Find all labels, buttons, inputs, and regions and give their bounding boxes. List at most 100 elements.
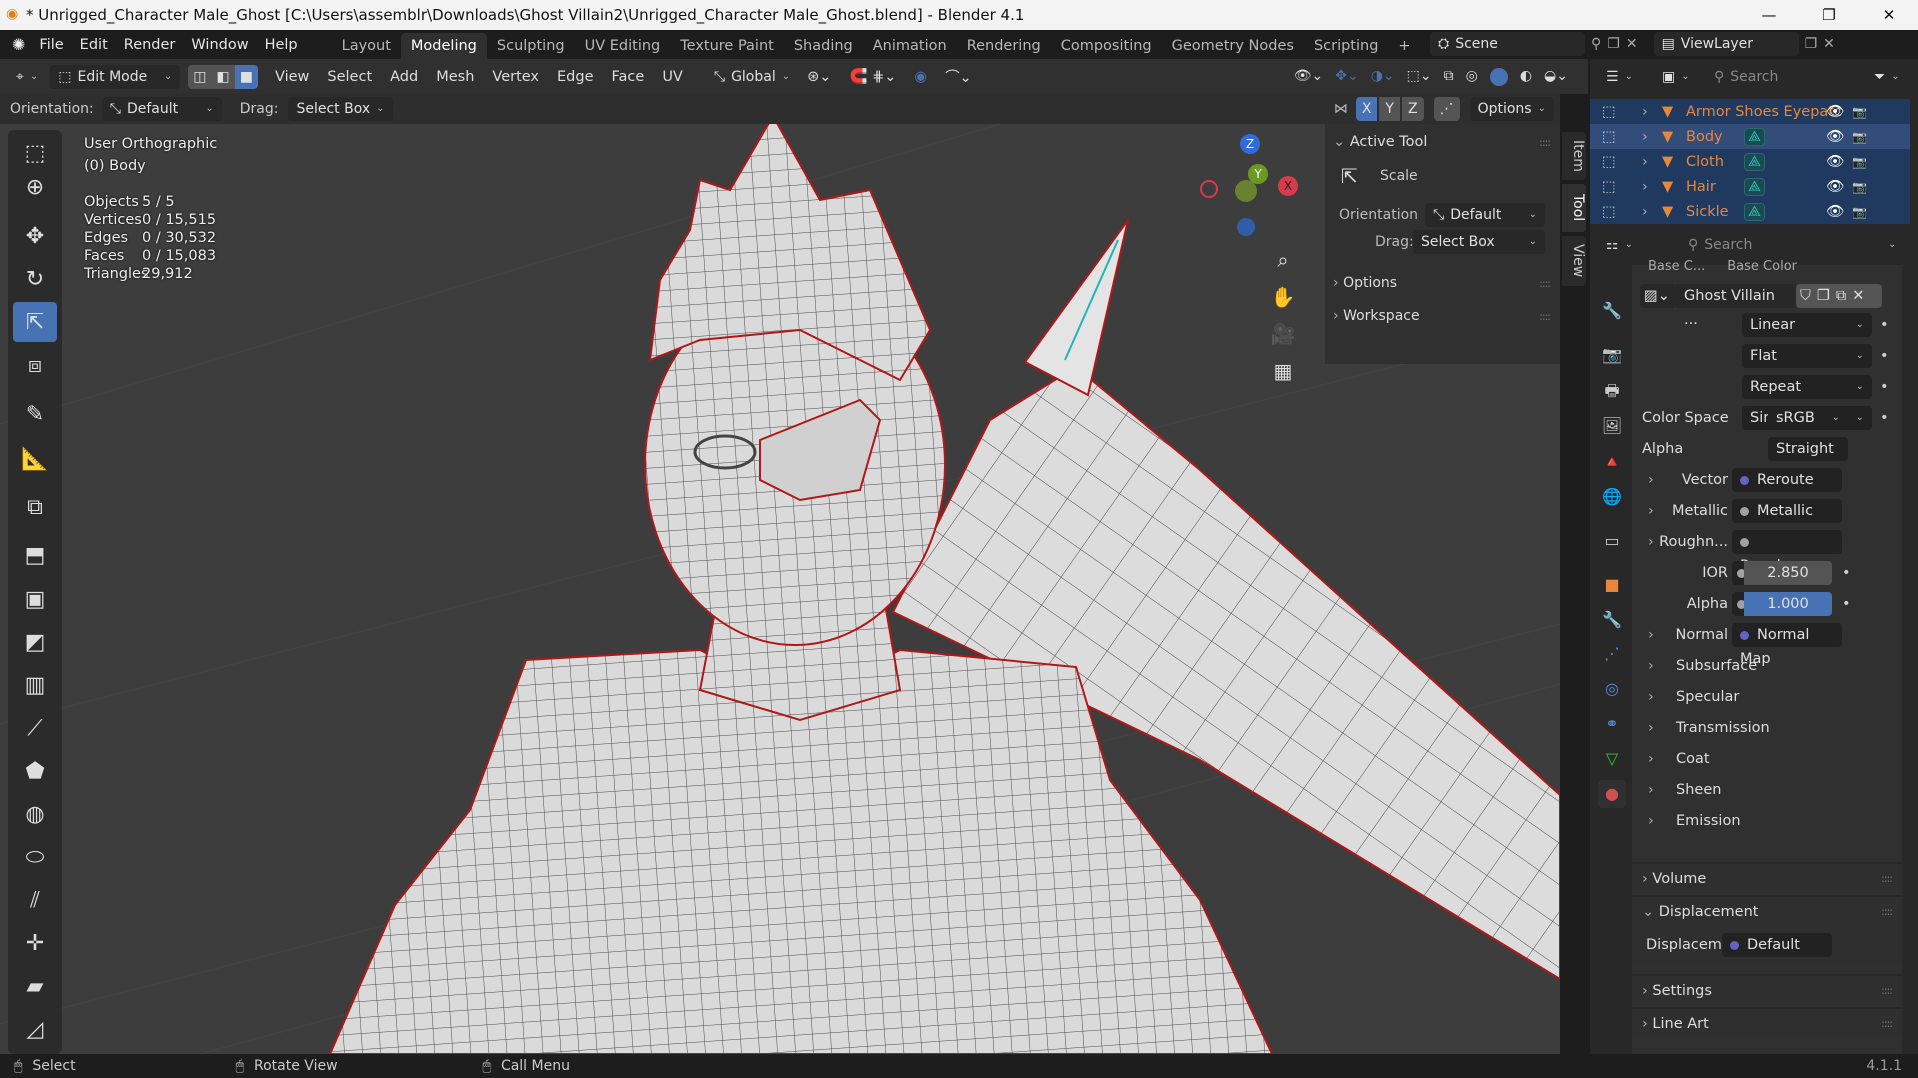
face-select-button[interactable]: ■ <box>234 64 258 89</box>
mirror-z-toggle[interactable]: Z <box>1401 97 1424 121</box>
mode-selector[interactable]: ⬚ Edit Mode ⌄ <box>50 64 181 89</box>
close-button[interactable]: ✕ <box>1860 0 1918 30</box>
pivot-point-icon[interactable]: ⊛⌄ <box>798 69 840 85</box>
expand-chevron-icon[interactable]: › <box>1648 658 1676 674</box>
color-space-dropdown[interactable]: sRGB ⌄ <box>1768 406 1848 430</box>
edge-slide-tool-icon[interactable]: ⫽ <box>13 880 57 920</box>
gizmo-toggle-icon[interactable]: ✥⌄ <box>1335 68 1358 86</box>
eye-icon[interactable]: 👁 <box>1826 203 1844 220</box>
socket-link-field[interactable]: Roughness <box>1732 530 1842 574</box>
physics-tab-icon[interactable]: ◎ <box>1598 675 1626 703</box>
orientation-dropdown[interactable]: ⤡ Default ⌄ <box>101 97 222 121</box>
image-actions[interactable]: ⛉❐⧉✕ <box>1796 284 1882 308</box>
socket-link-field[interactable]: Metallic <box>1732 499 1842 523</box>
image-browse-icon[interactable]: ▨⌄ <box>1640 284 1676 308</box>
output-tab-icon[interactable]: 🖶 <box>1598 377 1626 405</box>
keyframe-dot-icon[interactable]: • <box>1880 379 1889 395</box>
tab-rendering[interactable]: Rendering <box>957 33 1051 59</box>
modifier-tab-icon[interactable]: 🔧 <box>1598 606 1626 634</box>
render-camera-icon[interactable]: 📷 <box>1852 155 1867 169</box>
image-name-field[interactable]: Ghost Villain ... <box>1676 284 1796 328</box>
delete-viewlayer-icon[interactable]: ✕ <box>1823 36 1835 52</box>
expand-chevron-icon[interactable]: › <box>1648 534 1654 550</box>
properties-search-input[interactable]: ⚲ Search <box>1680 233 1828 257</box>
tab-geometry-nodes[interactable]: Geometry Nodes <box>1162 33 1304 59</box>
mirror-x-toggle[interactable]: X <box>1355 97 1378 121</box>
outliner-row[interactable]: ⬚ › ▼ Armor Shoes Eyepatc 👁 📷 <box>1590 99 1910 124</box>
particles-tab-icon[interactable]: ⋰ <box>1598 640 1626 668</box>
outliner-row[interactable]: ⬚ › ▼ Body ⟁ 👁 📷 <box>1590 124 1910 149</box>
overlay-toggle-icon[interactable]: ◑⌄ <box>1371 68 1395 86</box>
delete-scene-icon[interactable]: ✕ <box>1626 36 1638 52</box>
solid-shading-icon[interactable] <box>1489 67 1508 86</box>
mesh-data-icon[interactable]: ⟁ <box>1744 127 1765 146</box>
expand-chevron-icon[interactable]: › <box>1642 204 1662 220</box>
menu-edit[interactable]: Edit <box>72 37 116 53</box>
menu-vertex[interactable]: Vertex <box>483 69 548 85</box>
measure-tool-icon[interactable]: 📐 <box>13 439 57 479</box>
camera-view-icon[interactable]: 🎥 <box>1268 316 1298 353</box>
ior-field[interactable]: 2.850 <box>1744 561 1832 585</box>
topology-mirror-icon[interactable]: ⋰ <box>1433 97 1460 121</box>
spin-tool-icon[interactable]: ◍ <box>13 794 57 834</box>
mesh-data-icon[interactable]: ⟁ <box>1744 202 1765 221</box>
menu-select[interactable]: Select <box>318 69 381 85</box>
view-layer-tab-icon[interactable]: 🖼 <box>1598 412 1626 440</box>
new-viewlayer-icon[interactable]: ❐ <box>1805 36 1818 52</box>
settings-panel-header[interactable]: › Settings:::: <box>1632 974 1902 1004</box>
expand-chevron-icon[interactable]: › <box>1648 751 1676 767</box>
extrude-tool-icon[interactable]: ⬒ <box>13 535 57 575</box>
eye-icon[interactable]: 👁 <box>1826 103 1844 120</box>
properties-editor-type[interactable]: ⚏ ⌄ <box>1598 233 1641 257</box>
smooth-tool-icon[interactable]: ⬭ <box>13 837 57 877</box>
expand-chevron-icon[interactable]: › <box>1648 503 1654 519</box>
scale-tool-icon[interactable]: ⇱ <box>13 302 57 342</box>
expand-chevron-icon[interactable]: › <box>1648 627 1654 643</box>
falloff-icon[interactable]: ⌒⌄ <box>936 66 981 87</box>
tab-view[interactable]: View <box>1562 236 1586 286</box>
eye-icon[interactable]: 👁 <box>1826 128 1844 145</box>
npanel-drag-dropdown[interactable]: Select Box ⌄ <box>1413 230 1545 254</box>
object-tab-icon[interactable]: ■ <box>1598 571 1626 599</box>
mesh-overlay-icon[interactable]: ⬚⌄ <box>1407 68 1432 86</box>
volume-panel-header[interactable]: › Volume:::: <box>1632 862 1902 892</box>
expand-chevron-icon[interactable]: › <box>1642 154 1662 170</box>
keyframe-dot-icon[interactable]: • <box>1880 348 1889 364</box>
collection-tab-icon[interactable]: ▭ <box>1598 527 1626 555</box>
tab-modeling[interactable]: Modeling <box>400 33 487 59</box>
tab-uv-editing[interactable]: UV Editing <box>575 33 671 59</box>
tab-item[interactable]: Item <box>1562 132 1586 180</box>
outliner-editor-type[interactable]: ☰ ⌄ <box>1598 65 1641 89</box>
constraints-tab-icon[interactable]: ⚭ <box>1598 710 1626 738</box>
subpanel-specular[interactable]: › Specular <box>1632 684 1902 710</box>
bevel-tool-icon[interactable]: ◩ <box>13 622 57 662</box>
data-tab-icon[interactable]: ▽ <box>1598 745 1626 773</box>
snap-icon[interactable]: 🧲 ⋕⌄ <box>840 68 905 85</box>
expand-chevron-icon[interactable]: › <box>1648 813 1676 829</box>
subpanel-transmission[interactable]: › Transmission <box>1632 715 1902 741</box>
zoom-view-icon[interactable]: ⌕ <box>1268 242 1298 279</box>
line-art-panel-header[interactable]: › Line Art:::: <box>1632 1007 1902 1037</box>
rotate-tool-icon[interactable]: ↻ <box>13 259 57 299</box>
pin-icon[interactable]: ⚲ <box>1591 36 1601 52</box>
render-camera-icon[interactable]: 📷 <box>1852 205 1867 219</box>
options-dropdown[interactable]: Options ⌄ <box>1469 97 1554 121</box>
edge-select-button[interactable]: ◧ <box>211 64 235 89</box>
options-panel-header[interactable]: › Options <box>1333 275 1397 291</box>
gizmo-z-axis[interactable]: Z <box>1240 134 1260 154</box>
shrink-fatten-tool-icon[interactable]: ✛ <box>13 923 57 963</box>
shear-tool-icon[interactable]: ▰ <box>13 966 57 1006</box>
mesh-data-icon[interactable]: ⟁ <box>1744 152 1765 171</box>
outliner-row[interactable]: ⬚ › ▼ Hair ⟁ 👁 📷 <box>1590 174 1910 199</box>
minimize-button[interactable]: — <box>1740 0 1798 30</box>
subpanel-sheen[interactable]: › Sheen <box>1632 777 1902 803</box>
cursor-tool-icon[interactable]: ⊕ <box>13 167 57 207</box>
gizmo-neg-z-axis[interactable] <box>1237 218 1255 236</box>
knife-tool-icon[interactable]: ⟋ <box>13 708 57 748</box>
vertex-select-button[interactable]: ◫ <box>188 64 212 89</box>
menu-window[interactable]: Window <box>183 37 256 53</box>
render-camera-icon[interactable]: 📷 <box>1852 130 1867 144</box>
gizmo-neg-x-axis[interactable] <box>1200 180 1218 198</box>
expand-chevron-icon[interactable]: › <box>1648 720 1676 736</box>
filter-icon[interactable]: ⏷ ⌄ <box>1866 65 1908 89</box>
